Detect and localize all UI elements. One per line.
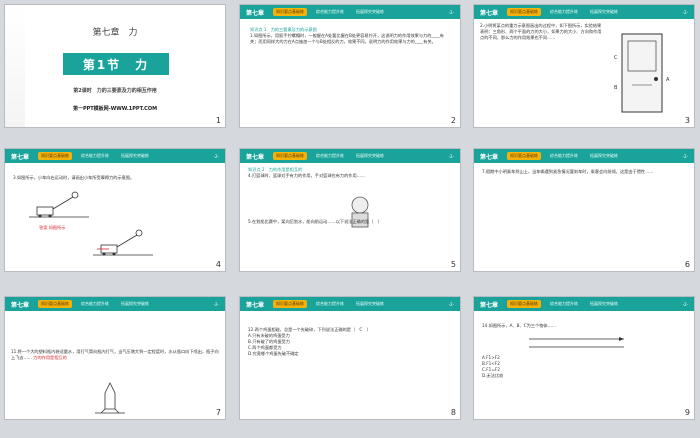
- cart-illustration-1: [29, 191, 89, 218]
- slide-thumbnail-1[interactable]: 第七章 力 第1节 力 第2课时 力的三要素及力的相互作用 第一PPT模板网-W…: [4, 4, 226, 128]
- slide-thumbnail-9[interactable]: 第七章 知识要点基础练 综合能力提升练 拓展探究突破练 -2- 14.如图所示，…: [473, 296, 695, 420]
- question-text: 2.小明将某点的重力示意图画出的过程中，如下图所示，实验结果表明：三角形、两个平…: [480, 23, 602, 40]
- answer-text: 力的作用是相互的: [33, 355, 67, 360]
- slide-number: 9: [684, 408, 690, 417]
- slide-thumbnail-4[interactable]: 第七章 知识要点基础练 综合能力提升练 拓展探究突破练 -2- 3.如图所示，小…: [4, 148, 226, 272]
- slide-header: 第七章 知识要点基础练 综合能力提升练 拓展探究突破练 -2-: [240, 149, 460, 163]
- svg-text:B: B: [614, 85, 618, 91]
- question-text: 14.如图所示，A、B、C为三个物体……: [482, 323, 556, 328]
- slide-header: 第七章 知识要点基础练 综合能力提升练 拓展探究突破练 -2-: [240, 5, 460, 19]
- question-text: 3.如图所示，小车向右运动时，请画出小车所受摩擦力的示意图。: [13, 175, 135, 180]
- slide-header: 第七章 知识要点基础练 综合能力提升练 拓展探究突破练 -2-: [474, 5, 694, 19]
- slide-number: 5: [450, 260, 456, 269]
- question-text: 4.打篮球时，篮球对手有力的作用，手对篮球也有力的作用……: [248, 173, 366, 178]
- slide-number: 7: [215, 408, 221, 417]
- header-tab-basic: 知识要点基础练: [273, 8, 308, 16]
- header-tab-ability: 综合能力提升练: [316, 9, 345, 14]
- svg-text:A: A: [666, 77, 670, 83]
- slide-header: 第七章 知识要点基础练 综合能力提升练 拓展探究突破练 -2-: [240, 297, 460, 311]
- answer-caption: 答案 如图所示: [39, 225, 66, 230]
- rocket-bottle-illustration: [95, 382, 125, 414]
- force-diagram: [529, 337, 624, 348]
- slide-thumbnail-8[interactable]: 第七章 知识要点基础练 综合能力提升练 拓展探究突破练 -2- 12.两个鸡蛋相…: [239, 296, 461, 420]
- slide-header: 第七章 知识要点基础练 综合能力提升练 拓展探究突破练 -2-: [474, 149, 694, 163]
- slide-header: 第七章 知识要点基础练 综合能力提升练 拓展探究突破练 -2-: [5, 149, 225, 163]
- slide-header: 第七章 知识要点基础练 综合能力提升练 拓展探究突破练 -2-: [5, 297, 225, 311]
- slide-thumbnail-3[interactable]: 第七章 知识要点基础练 综合能力提升练 拓展探究突破练 -2- 2.小明将某点的…: [473, 4, 695, 128]
- slide-thumbnail-7[interactable]: 第七章 知识要点基础练 综合能力提升练 拓展探究突破练 -2- 11.将一个大的…: [4, 296, 226, 420]
- chapter-title: 第七章 力: [92, 28, 138, 38]
- header-tab-explore: 拓展探究突破练: [356, 9, 385, 14]
- slide-thumbnail-6[interactable]: 第七章 知识要点基础练 综合能力提升练 拓展探究突破练 -2- 7.假期中小明乘…: [473, 148, 695, 272]
- slide-thumbnail-2[interactable]: 第七章 知识要点基础练 综合能力提升练 拓展探究突破练 -2- 知识点 1 力的…: [239, 4, 461, 128]
- cart-illustration-2: [93, 229, 153, 256]
- slide-number: 2: [450, 116, 456, 125]
- slide-number: 1: [215, 116, 221, 125]
- site-watermark: 第一PPT模板网-WWW.1PPT.COM: [72, 106, 158, 112]
- slide-number: 6: [684, 260, 690, 269]
- slide-header: 第七章 知识要点基础练 综合能力提升练 拓展探究突破练 -2-: [474, 297, 694, 311]
- slide-thumbnail-5[interactable]: 第七章 知识要点基础练 综合能力提升练 拓展探究突破练 -2- 知识点 2 力的…: [239, 148, 461, 272]
- choice-d: D.究竟哪个鸡蛋先破不确定: [248, 351, 299, 356]
- slide-number: 3: [684, 116, 690, 125]
- question-text: 7.假期中小明乘车到山上，当车辆遇到紧急情况要刹车时，乘客会向前倾，这是由于惯性…: [482, 169, 654, 174]
- slide-subtitle: 第2课时 力的三要素及力的相互作用: [73, 88, 157, 94]
- question-text: 1.如图所示，用扳手拧螺帽时，一般握在A处要比握在B处更容易拧开，这说明力的作用…: [250, 33, 444, 44]
- section-title-bar: 第1节 力: [63, 53, 169, 75]
- door-illustration: C B A: [614, 33, 670, 113]
- choice-d: D.无法比较: [482, 373, 504, 378]
- question-text-2: 5.在划船比赛中，桨向后划水，船向前运动……以下说法正确的是（ ）: [248, 219, 382, 224]
- svg-text:C: C: [614, 55, 618, 61]
- slide-number: 8: [450, 408, 456, 417]
- slide-number: 4: [215, 260, 221, 269]
